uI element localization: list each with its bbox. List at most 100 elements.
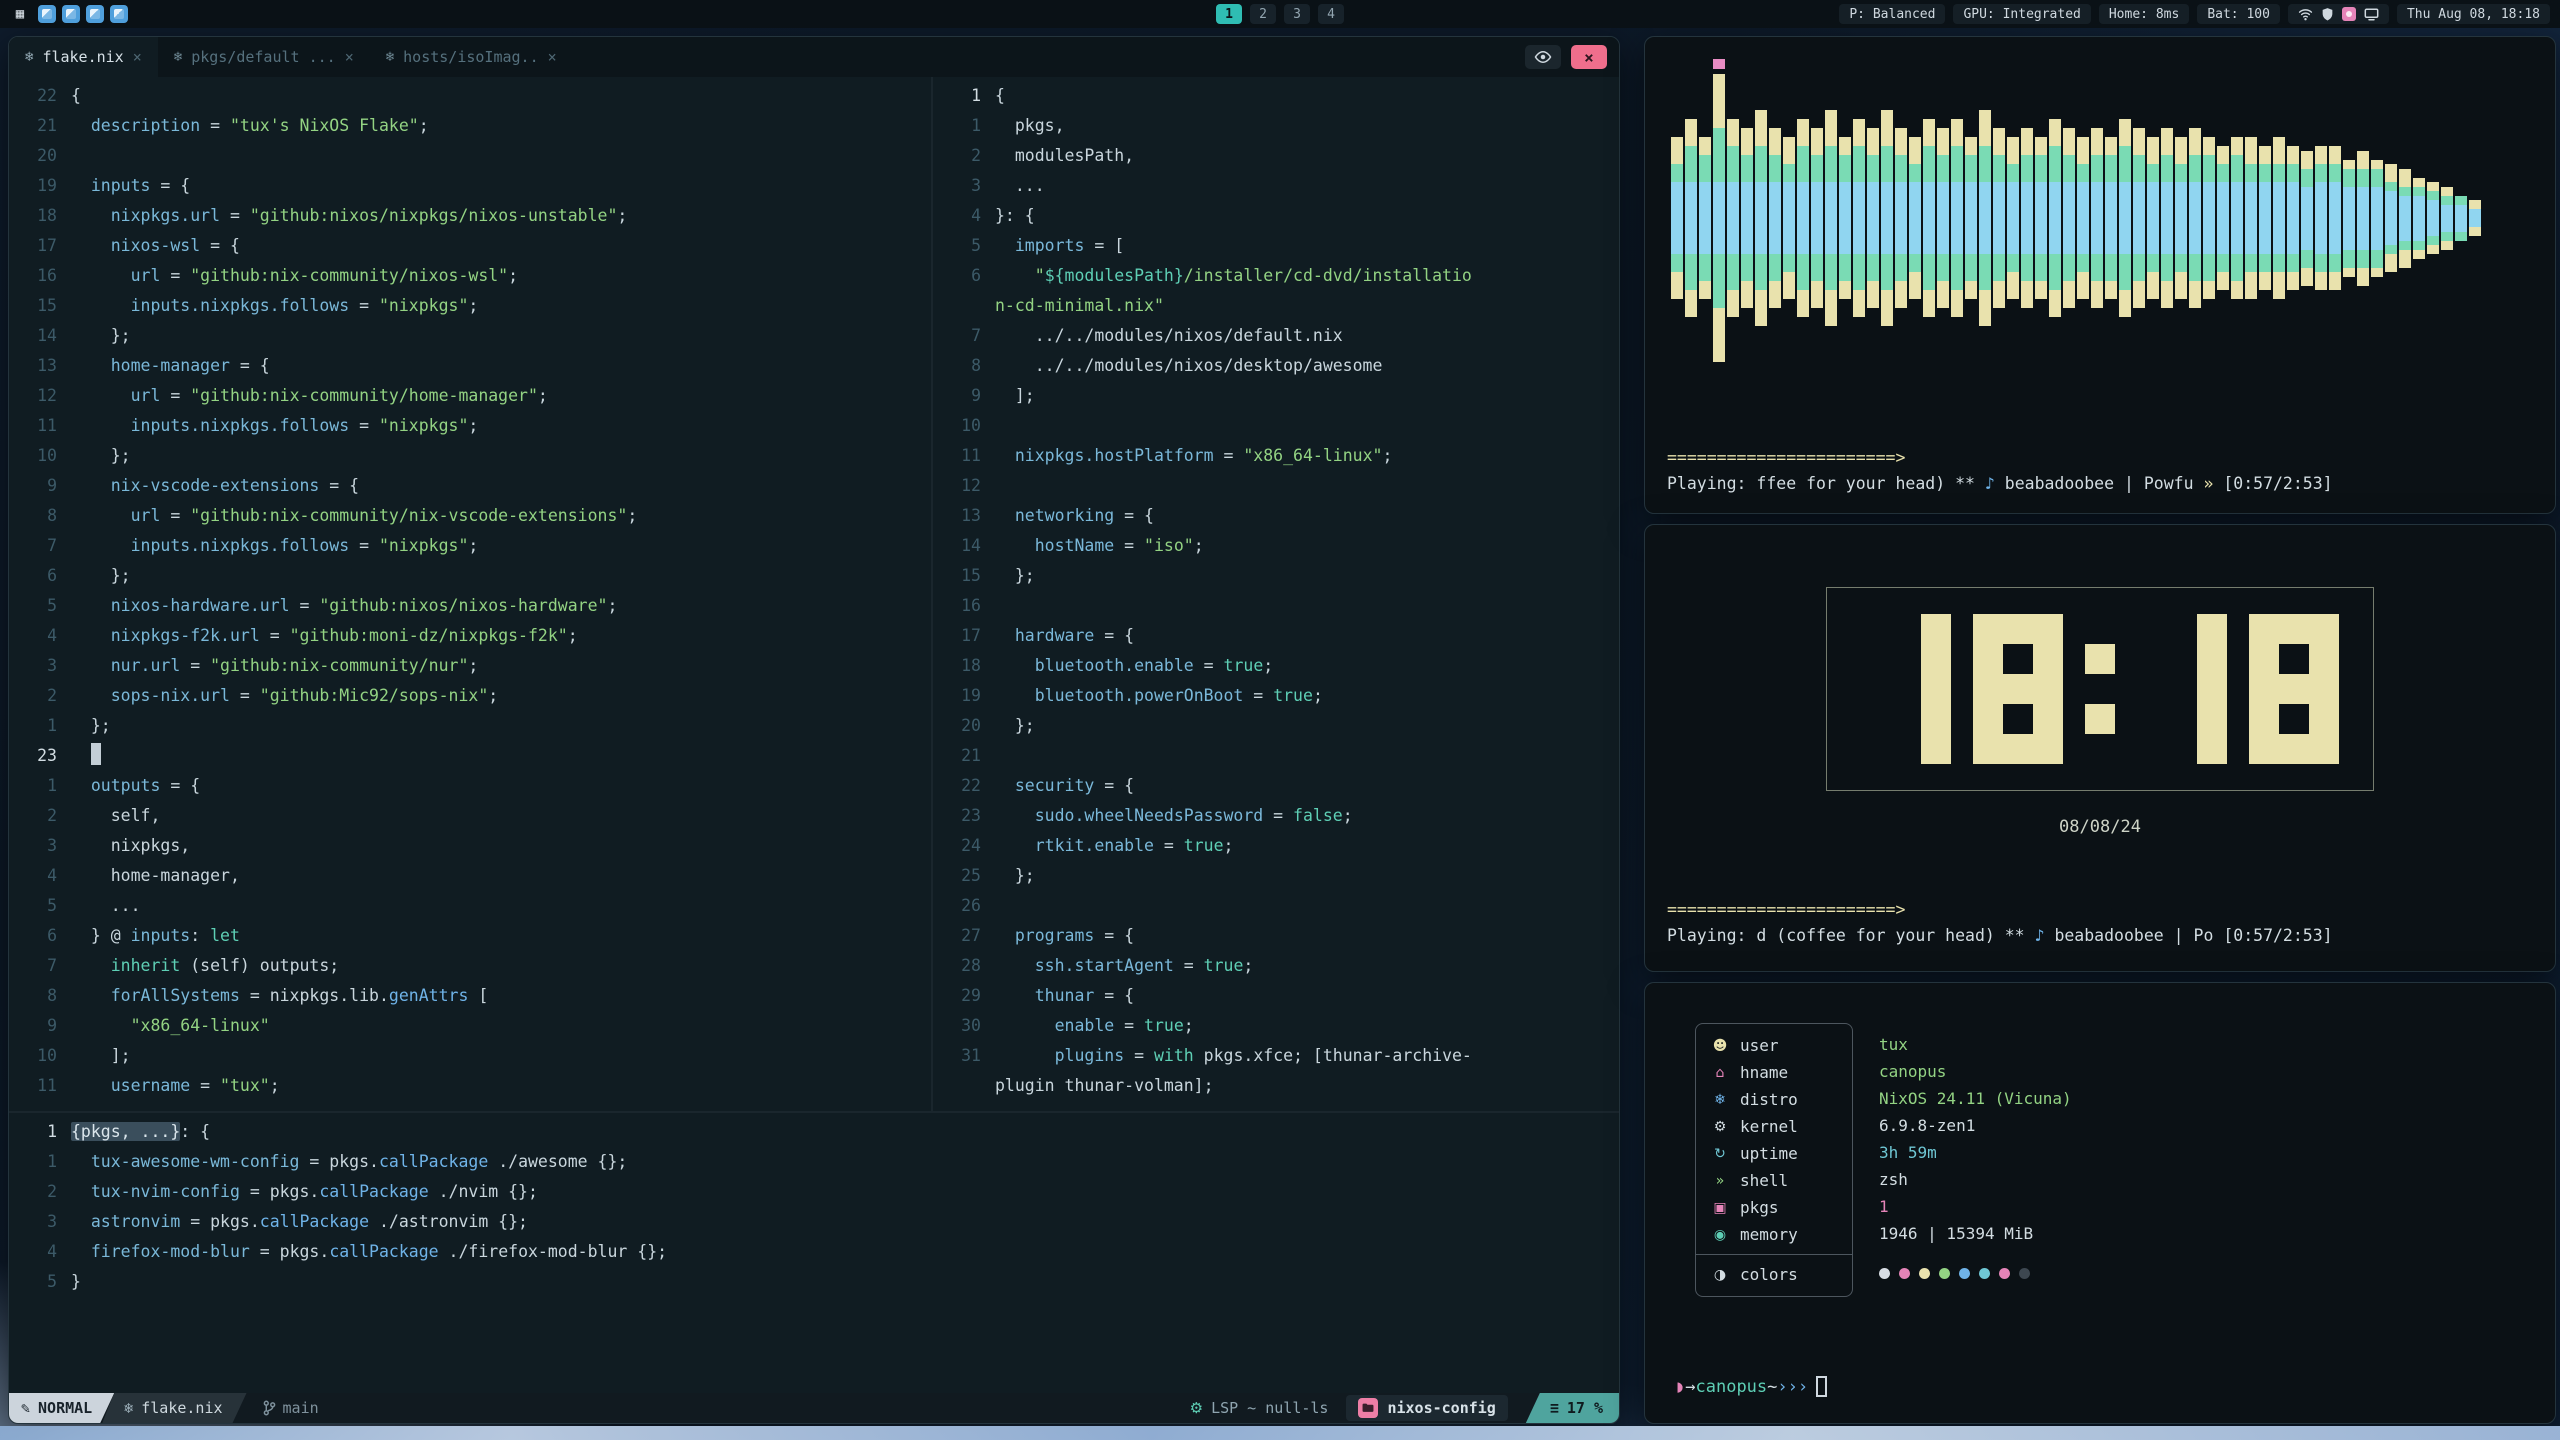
editor-tab[interactable]: ❄pkgs/default ...× [158, 37, 370, 77]
code-text: programs = { [995, 921, 1619, 951]
tty-clock-window[interactable]: 08/08/24 =======================> Playin… [1644, 524, 2556, 972]
line-number: 7 [933, 321, 995, 351]
code-text: nixpkgs.url = "github:nixos/nixpkgs/nixo… [71, 201, 931, 231]
cava-visualizer [1667, 53, 2533, 383]
tab-close-icon[interactable]: × [345, 48, 354, 66]
line-number: 13 [9, 351, 71, 381]
code-text: bluetooth.powerOnBoot = true; [995, 681, 1619, 711]
editor-tab[interactable]: ❄flake.nix× [9, 37, 158, 77]
visualizer-bar [2301, 151, 2313, 286]
code-line: 5 imports = [ [933, 231, 1619, 261]
line-number: 22 [933, 771, 995, 801]
code-text: }; [995, 561, 1619, 591]
wifi-icon[interactable] [2298, 8, 2313, 21]
code-text: inherit (self) outputs; [71, 951, 931, 981]
line-number: 13 [933, 501, 995, 531]
code-text [995, 411, 1619, 441]
fetch-divider [1696, 1254, 1852, 1255]
tag-button[interactable]: 3 [1284, 4, 1310, 24]
color-picker-icon[interactable] [2342, 7, 2356, 21]
line-number: 29 [933, 981, 995, 1011]
tag-button[interactable]: 2 [1250, 4, 1276, 24]
visualizer-bar [1965, 137, 1977, 299]
tag-button[interactable]: 4 [1318, 4, 1344, 24]
color-dot [2019, 1268, 2030, 1279]
line-number: 2 [933, 141, 995, 171]
code-line: 25 }; [933, 861, 1619, 891]
code-line: 11 nixpkgs.hostPlatform = "x86_64-linux"… [933, 441, 1619, 471]
app-icon[interactable] [62, 5, 80, 23]
editor-pane-pkgs-default[interactable]: 1{pkgs, ...}: {1 tux-awesome-wm-config =… [9, 1113, 1619, 1393]
code-text: nur.url = "github:nix-community/nur"; [71, 651, 931, 681]
visualizer-bar [2259, 146, 2271, 290]
visualizer-bar [2343, 160, 2355, 277]
code-line: 29 thunar = { [933, 981, 1619, 1011]
visualizer-bar [2385, 164, 2397, 272]
color-dot [1939, 1268, 1950, 1279]
code-line: 4 firefox-mod-blur = pkgs.callPackage ./… [9, 1237, 1619, 1267]
fetch-terminal-window[interactable]: ☻user⌂hname❄distro⚙kernel↻uptime»shell▣p… [1644, 982, 2556, 1424]
code-text: {pkgs, ...}: { [71, 1117, 1619, 1147]
fetch-row: ☻user [1696, 1032, 1852, 1059]
line-number: 2 [9, 1177, 71, 1207]
code-text: outputs = { [71, 771, 931, 801]
line-number: 10 [9, 1041, 71, 1071]
tab-close-icon[interactable]: × [133, 48, 142, 66]
visualizer-bar [1839, 137, 1851, 299]
editor-tab[interactable]: ❄hosts/isoImag..× [370, 37, 573, 77]
line-number: 3 [9, 1207, 71, 1237]
visualizer-bar [1825, 110, 1837, 326]
code-line: 28 ssh.startAgent = true; [933, 951, 1619, 981]
code-text: nixpkgs, [71, 831, 931, 861]
close-window-button[interactable]: × [1571, 45, 1607, 69]
tab-close-icon[interactable]: × [548, 48, 557, 66]
code-text: enable = true; [995, 1011, 1619, 1041]
editor-pane-flake[interactable]: 22{21 description = "tux's NixOS Flake";… [9, 77, 931, 1111]
editor-pane-isoimage[interactable]: 1{1 pkgs,2 modulesPath,3 ...4}: {5 impor… [933, 77, 1619, 1111]
editor-tabs: ❄flake.nix×❄pkgs/default ...×❄hosts/isoI… [9, 37, 573, 77]
spacer [1879, 1247, 2072, 1260]
topbar-status-area: P: BalancedGPU: IntegratedHome: 8msBat: … [1839, 4, 2550, 24]
line-number: 12 [933, 471, 995, 501]
code-text: home-manager = { [71, 351, 931, 381]
gear-icon: ⚙ [1190, 1399, 1203, 1417]
repo-label: nixos-config [1387, 1399, 1495, 1417]
code-text: }; [71, 711, 931, 741]
app-icon[interactable] [86, 5, 104, 23]
line-number: 11 [9, 411, 71, 441]
code-line: 12 [933, 471, 1619, 501]
code-text: tux-nvim-config = pkgs.callPackage ./nvi… [71, 1177, 1619, 1207]
visualizer-bar [2441, 187, 2453, 250]
code-line: 6 "${modulesPath}/installer/cd-dvd/insta… [933, 261, 1619, 291]
launcher-grid-icon[interactable]: ▦ [10, 4, 30, 24]
visualizer-bar [2245, 137, 2257, 299]
prompt-text: canopus [1696, 1377, 1768, 1397]
neovim-window[interactable]: ❄flake.nix×❄pkgs/default ...×❄hosts/isoI… [8, 36, 1620, 1424]
music-visualizer-window[interactable]: =======================> Playing: ffee f… [1644, 36, 2556, 514]
app-icon[interactable] [38, 5, 56, 23]
visualizer-bar [1727, 119, 1739, 317]
shield-icon[interactable] [2321, 7, 2334, 21]
code-text: astronvim = pkgs.callPackage ./astronvim… [71, 1207, 1619, 1237]
code-text: }: { [995, 201, 1619, 231]
code-line: 10 [933, 411, 1619, 441]
line-number: 20 [933, 711, 995, 741]
visualizer-bar [1741, 128, 1753, 308]
display-icon[interactable] [2364, 8, 2379, 21]
app-icon[interactable] [110, 5, 128, 23]
visualizer-bar [2189, 128, 2201, 308]
shell-prompt[interactable]: ◗ → canopus ~ ››› [1675, 1376, 2525, 1397]
visualizer-bar [1685, 119, 1697, 317]
fetch-labels-box: ☻user⌂hname❄distro⚙kernel↻uptime»shell▣p… [1695, 1023, 1853, 1297]
clock-chip: Thu Aug 08, 18:18 [2397, 4, 2550, 24]
fetch-label: memory [1740, 1225, 1798, 1244]
tag-button[interactable]: 1 [1216, 4, 1242, 24]
line-number: 12 [9, 381, 71, 411]
visualizer-bar [2357, 151, 2369, 286]
code-line: 8 url = "github:nix-community/nix-vscode… [9, 501, 931, 531]
panel-toggle-button[interactable] [1525, 45, 1561, 69]
line-number: 18 [9, 201, 71, 231]
fetch-value: tux [1879, 1031, 2072, 1058]
code-line: 1 outputs = { [9, 771, 931, 801]
visualizer-bar [1853, 119, 1865, 317]
